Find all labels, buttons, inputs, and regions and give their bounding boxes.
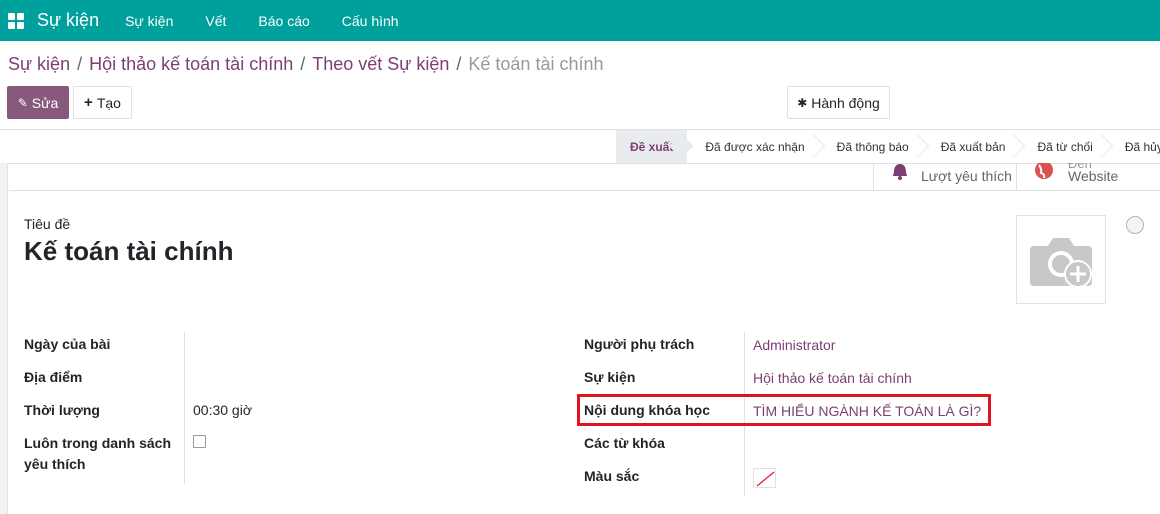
bell-icon <box>890 163 910 189</box>
color-picker[interactable] <box>753 468 776 488</box>
favorites-smart-button[interactable]: Lượt yêu thích <box>873 163 1016 190</box>
camera-add-icon <box>1030 237 1092 288</box>
edit-button[interactable]: ✎ Sửa <box>7 86 69 119</box>
gear-icon: ✱ <box>797 95 808 110</box>
breadcrumb-events[interactable]: Sự kiện <box>8 54 70 75</box>
responsible-label: Người phụ trách <box>584 336 695 352</box>
status-bar: Đề xuất Đã được xác nhận Đã thông báo Đã… <box>616 130 1160 163</box>
location-label: Địa điểm <box>24 369 83 385</box>
edit-button-label: Sửa <box>31 94 59 111</box>
sheet-edge <box>0 163 8 514</box>
title-label: Tiêu đề <box>24 216 71 232</box>
no-color-icon <box>756 471 775 487</box>
favorite-label-line1: Luôn trong danh sách <box>24 435 171 451</box>
responsible-value[interactable]: Administrator <box>753 337 835 353</box>
always-favorite-checkbox[interactable] <box>193 435 206 448</box>
nav-item-tracks[interactable]: Vết <box>205 13 226 29</box>
breadcrumb-separator: / <box>300 54 306 74</box>
create-button[interactable]: + Tạo <box>73 86 132 119</box>
image-upload[interactable] <box>1016 215 1106 304</box>
priority-toggle[interactable] <box>1126 216 1144 234</box>
action-button[interactable]: ✱ Hành động <box>787 86 890 119</box>
breadcrumb: Sự kiện / Hội thảo kế toán tài chính / T… <box>8 54 604 75</box>
website-smart-button[interactable]: Đến Website <box>1016 163 1160 190</box>
nav-item-configuration[interactable]: Cấu hình <box>342 13 399 29</box>
event-value[interactable]: Hội thảo kế toán tài chính <box>753 370 912 386</box>
nav-item-events[interactable]: Sự kiện <box>125 13 173 29</box>
event-label: Sự kiện <box>584 369 636 385</box>
stage-proposal[interactable]: Đề xuất <box>616 130 688 163</box>
top-navbar: Sự kiện Sự kiện Vết Báo cáo Cấu hình <box>0 0 1160 41</box>
stage-published[interactable]: Đã xuất bản <box>923 130 1020 163</box>
stage-refused[interactable]: Đã từ chối <box>1019 130 1106 163</box>
stage-cancelled[interactable]: Đã hủy <box>1107 130 1160 163</box>
nav-item-reports[interactable]: Báo cáo <box>258 13 309 29</box>
duration-value[interactable]: 00:30 giờ <box>193 402 252 418</box>
tags-label: Các từ khóa <box>584 435 665 451</box>
stage-confirmed[interactable]: Đã được xác nhận <box>687 130 818 163</box>
stage-announced[interactable]: Đã thông báo <box>819 130 923 163</box>
create-button-label: Tạo <box>96 94 121 111</box>
website-top-label: Đến <box>1068 163 1092 171</box>
divider <box>9 190 1160 191</box>
breadcrumb-event-name[interactable]: Hội thảo kế toán tài chính <box>89 54 293 75</box>
column-divider <box>184 332 185 484</box>
breadcrumb-current: Kế toán tài chính <box>468 54 604 74</box>
date-label: Ngày của bài <box>24 336 111 352</box>
breadcrumb-separator: / <box>77 54 83 74</box>
breadcrumb-separator: / <box>456 54 462 74</box>
plus-icon: + <box>84 94 93 111</box>
apps-menu-icon[interactable] <box>8 12 24 29</box>
smart-button-box: Lượt yêu thích Đến Website <box>873 163 1160 190</box>
app-brand[interactable]: Sự kiện <box>37 10 99 31</box>
color-label: Màu sắc <box>584 468 640 484</box>
globe-icon <box>1033 163 1055 189</box>
favorites-label: Lượt yêu thích <box>921 168 1012 184</box>
title-field[interactable]: Kế toán tài chính <box>24 236 233 267</box>
favorite-label-line2: yêu thích <box>24 456 86 472</box>
duration-label: Thời lượng <box>24 402 100 418</box>
highlight-box <box>577 394 991 426</box>
action-button-label: Hành động <box>811 94 880 111</box>
breadcrumb-event-tracks[interactable]: Theo vết Sự kiện <box>312 54 449 75</box>
pencil-icon: ✎ <box>17 95 28 110</box>
